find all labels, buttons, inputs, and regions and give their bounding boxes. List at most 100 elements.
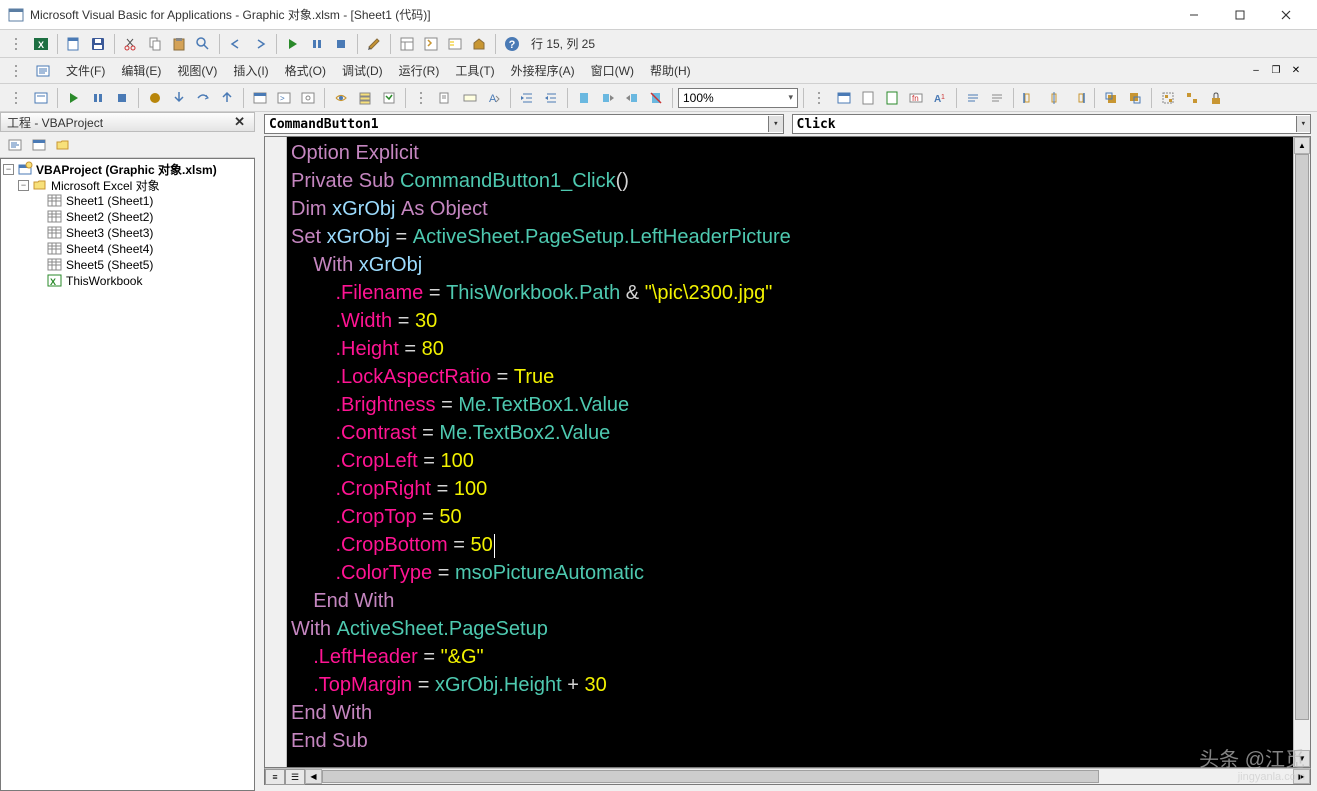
immediate-window-icon[interactable]: > [273,87,295,109]
complete-word-icon[interactable]: A [483,87,505,109]
bookmark-prev-icon[interactable] [621,87,643,109]
view-object-icon[interactable] [28,134,50,156]
tab-order-icon[interactable]: A1 [929,87,951,109]
scroll-thumb[interactable] [322,770,1099,783]
scroll-left-button[interactable]: ◀ [305,769,322,784]
code-margin[interactable] [265,137,287,767]
list-members-icon[interactable] [435,87,457,109]
menu-window[interactable]: 窗口(W) [583,58,642,83]
minimize-button[interactable] [1171,0,1217,30]
excel-icon[interactable]: X [30,33,52,55]
module-new-icon[interactable] [857,87,879,109]
menu-edit[interactable]: 编辑(E) [113,58,169,83]
procedure-icon[interactable]: fn [905,87,927,109]
horizontal-scrollbar[interactable]: ≡ ☰ ◀ ▶ [264,768,1311,785]
menu-view[interactable]: 视图(V) [169,58,225,83]
class-module-icon[interactable] [881,87,903,109]
undo-icon[interactable] [225,33,247,55]
toolbox-icon[interactable] [468,33,490,55]
ungroup-icon[interactable] [1181,87,1203,109]
project-explorer-icon[interactable] [396,33,418,55]
bookmark-clear-icon[interactable] [645,87,667,109]
tree-folder[interactable]: − Microsoft Excel 对象 [3,177,252,193]
bookmark-toggle-icon[interactable] [573,87,595,109]
menu-file[interactable]: 文件(F) [58,58,113,83]
menu-debug[interactable]: 调试(D) [334,58,391,83]
panel-close-button[interactable]: ✕ [231,114,248,130]
run-icon[interactable] [282,33,304,55]
step-over-icon[interactable] [192,87,214,109]
paste-icon[interactable] [168,33,190,55]
procedure-dropdown[interactable]: Click [792,114,1312,134]
insert-module-icon[interactable] [63,33,85,55]
comment-block-icon[interactable] [962,87,984,109]
scroll-up-button[interactable]: ▲ [1294,137,1310,154]
menu-run[interactable]: 运行(R) [391,58,448,83]
help-icon[interactable]: ? [501,33,523,55]
compile-icon[interactable] [378,87,400,109]
send-back-icon[interactable] [1124,87,1146,109]
tree-item[interactable]: Sheet5 (Sheet5) [3,257,252,273]
watch-window-icon[interactable] [297,87,319,109]
userform-icon[interactable] [833,87,855,109]
lock-icon[interactable] [1205,87,1227,109]
step-out-icon[interactable] [216,87,238,109]
parameter-info-icon[interactable] [459,87,481,109]
collapse-icon[interactable]: − [18,180,29,191]
tree-item[interactable]: XThisWorkbook [3,273,252,289]
tree-item[interactable]: Sheet4 (Sheet4) [3,241,252,257]
module-icon[interactable] [32,60,54,82]
menu-format[interactable]: 格式(O) [277,58,334,83]
object-dropdown[interactable]: CommandButton1 [264,114,784,134]
center-horiz-icon[interactable] [1043,87,1065,109]
object-browser-icon[interactable] [444,33,466,55]
group-icon[interactable] [1157,87,1179,109]
outdent-icon[interactable] [540,87,562,109]
design-mode-icon[interactable] [363,33,385,55]
break-icon[interactable] [306,33,328,55]
procedure-view-button[interactable]: ≡ [265,769,285,785]
menu-help[interactable]: 帮助(H) [642,58,699,83]
tree-item[interactable]: Sheet1 (Sheet1) [3,193,252,209]
align-left-icon[interactable] [1019,87,1041,109]
stop-icon[interactable] [111,87,133,109]
full-module-view-button[interactable]: ☰ [285,769,305,785]
bookmark-next-icon[interactable] [597,87,619,109]
menu-addins[interactable]: 外接程序(A) [503,58,583,83]
break2-icon[interactable] [87,87,109,109]
mdi-close-button[interactable]: ✕ [1287,63,1305,79]
scroll-down-button[interactable]: ▼ [1294,750,1310,767]
maximize-button[interactable] [1217,0,1263,30]
tree-item[interactable]: Sheet3 (Sheet3) [3,225,252,241]
scroll-thumb[interactable] [1295,154,1309,720]
properties-icon[interactable] [420,33,442,55]
step-into-icon[interactable] [168,87,190,109]
collapse-icon[interactable]: − [3,164,14,175]
vertical-scrollbar[interactable]: ▲ ▼ [1293,137,1310,767]
indent-icon[interactable] [516,87,538,109]
bring-front-icon[interactable] [1100,87,1122,109]
tree-root[interactable]: − VBAProject (Graphic 对象.xlsm) [3,161,252,177]
find-icon[interactable] [192,33,214,55]
list-properties-icon[interactable] [30,87,52,109]
call-stack-icon[interactable] [354,87,376,109]
run-sub-icon[interactable] [63,87,85,109]
menu-tools[interactable]: 工具(T) [447,58,502,83]
quick-watch-icon[interactable] [330,87,352,109]
reset-icon[interactable] [330,33,352,55]
cut-icon[interactable] [120,33,142,55]
redo-icon[interactable] [249,33,271,55]
mdi-minimize-button[interactable]: – [1247,63,1265,79]
toggle-folders-icon[interactable] [52,134,74,156]
menu-insert[interactable]: 插入(I) [225,58,276,83]
view-code-icon[interactable] [4,134,26,156]
locals-window-icon[interactable] [249,87,271,109]
save-icon[interactable] [87,33,109,55]
project-tree[interactable]: − VBAProject (Graphic 对象.xlsm) − Microso… [0,158,255,791]
code-editor[interactable]: Option Explicit Private Sub CommandButto… [287,137,1293,767]
mdi-restore-button[interactable]: ❐ [1267,63,1285,79]
uncomment-block-icon[interactable] [986,87,1008,109]
scroll-right-button[interactable]: ▶ [1293,769,1310,784]
copy-icon[interactable] [144,33,166,55]
close-button[interactable] [1263,0,1309,30]
